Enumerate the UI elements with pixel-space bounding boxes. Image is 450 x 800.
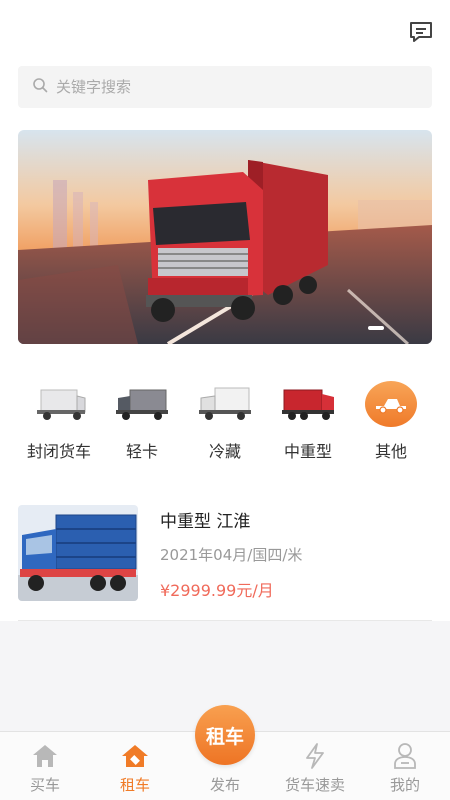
listing-subtitle: 2021年04月/国四/米	[160, 546, 303, 564]
carousel-indicator[interactable]	[368, 326, 384, 330]
category-label: 其他	[374, 442, 407, 461]
category-row: 封闭货车 轻卡 冷藏 中重型 其他	[18, 380, 432, 470]
tab-label: 我的	[389, 776, 420, 794]
category-heavy-truck[interactable]: 中重型	[267, 380, 349, 470]
rent-icon	[120, 742, 150, 770]
publish-button[interactable]: 租车	[195, 705, 255, 765]
tab-label: 买车	[29, 776, 60, 794]
light-truck-icon	[112, 380, 172, 428]
page: 封闭货车 轻卡 冷藏	[0, 0, 450, 800]
category-label: 冷藏	[208, 442, 241, 461]
search-icon	[32, 77, 48, 97]
message-icon[interactable]	[408, 20, 434, 44]
category-closed-truck[interactable]: 封闭货车	[18, 380, 100, 470]
tab-label: 货车速卖	[284, 776, 345, 794]
banner-carousel[interactable]	[18, 130, 432, 344]
listing-info: 中重型 江淮 2021年04月/国四/米 ¥2999.99元/月	[160, 505, 302, 605]
listing-price: ¥2999.99元/月	[160, 581, 274, 600]
home-icon	[30, 742, 60, 770]
top-bar	[0, 0, 450, 56]
heavy-truck-icon	[278, 380, 338, 428]
lightning-icon	[300, 742, 330, 770]
category-label: 中重型	[283, 442, 332, 461]
closed-truck-icon	[29, 380, 89, 428]
tab-quick-sell[interactable]: 货车速卖	[270, 732, 360, 800]
tab-rent[interactable]: 租车	[90, 732, 180, 800]
pickup-truck-icon	[365, 381, 417, 427]
refrigerated-truck-icon	[195, 380, 255, 428]
category-light-truck[interactable]: 轻卡	[101, 380, 183, 470]
tab-label: 发布	[209, 776, 240, 794]
search-input[interactable]	[56, 78, 416, 96]
category-refrigerated[interactable]: 冷藏	[184, 380, 266, 470]
listing-thumbnail	[18, 505, 138, 601]
listing-card[interactable]: 中重型 江淮 2021年04月/国四/米 ¥2999.99元/月	[18, 505, 432, 605]
listing-title: 中重型 江淮	[160, 512, 251, 532]
category-other[interactable]: 其他	[350, 380, 432, 470]
tab-buy[interactable]: 买车	[0, 732, 90, 800]
tab-label: 租车	[119, 776, 150, 794]
user-icon	[390, 742, 420, 770]
category-label: 轻卡	[125, 442, 158, 461]
tab-mine[interactable]: 我的	[360, 732, 450, 800]
category-label: 封闭货车	[26, 442, 91, 461]
banner-truck-image	[18, 130, 432, 344]
search-bar[interactable]	[18, 66, 432, 108]
